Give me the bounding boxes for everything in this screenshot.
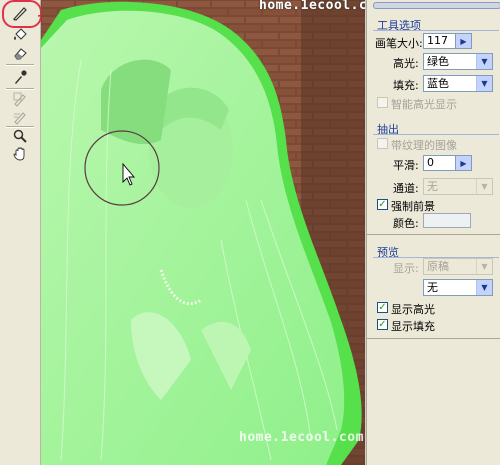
channel-select[interactable]: 无 ▼ bbox=[423, 178, 493, 195]
textured-image-label: 带纹理的图像 bbox=[391, 139, 457, 152]
highlight-value: 绿色 bbox=[427, 55, 449, 68]
eyedropper-tool-icon[interactable] bbox=[9, 68, 31, 86]
options-panel: 工具选项 画笔大小: 117 ▶ 高光: 绿色 ▼ 填充: 蓝色 ▼ 智能高光显… bbox=[366, 0, 500, 465]
tool-palette bbox=[0, 0, 61, 465]
smart-highlight-checkbox[interactable] bbox=[377, 97, 388, 108]
show-label: 显示: bbox=[393, 262, 419, 275]
channel-label: 通道: bbox=[393, 182, 419, 195]
watermark-text-bottom: home.1ecool.com bbox=[239, 430, 364, 445]
force-foreground-label: 强制前景 bbox=[391, 200, 435, 213]
smart-highlight-label: 智能高光显示 bbox=[391, 98, 457, 111]
fill-select[interactable]: 蓝色 ▼ bbox=[423, 75, 493, 92]
cleanup-tool-icon[interactable] bbox=[9, 90, 31, 108]
watermark-text: home.1ecool.com bbox=[259, 0, 365, 13]
show-value: 原稿 bbox=[427, 260, 449, 273]
bride-photo bbox=[41, 0, 365, 465]
display-select[interactable]: 无 ▼ bbox=[423, 279, 493, 296]
edge-touchup-tool-icon[interactable] bbox=[9, 108, 31, 126]
show-select[interactable]: 原稿 ▼ bbox=[423, 258, 493, 275]
hand-tool-icon[interactable] bbox=[9, 145, 31, 163]
force-foreground-checkbox[interactable]: ✓ bbox=[377, 199, 388, 210]
chevron-down-icon: ▼ bbox=[476, 54, 492, 69]
panel-top-bar bbox=[373, 2, 500, 9]
channel-value: 无 bbox=[427, 180, 438, 193]
show-fill-label: 显示填充 bbox=[391, 320, 435, 333]
smooth-slider-button[interactable]: ▶ bbox=[455, 155, 472, 171]
chevron-down-icon: ▼ bbox=[476, 280, 492, 295]
chevron-down-icon: ▼ bbox=[476, 179, 492, 194]
color-swatch[interactable] bbox=[423, 213, 471, 228]
show-highlight-label: 显示高光 bbox=[391, 303, 435, 316]
edge-highlighter-tool-icon[interactable] bbox=[9, 4, 31, 22]
textured-image-checkbox[interactable] bbox=[377, 138, 388, 149]
highlight-label: 高光: bbox=[393, 57, 419, 70]
image-canvas[interactable]: home.1ecool.com home.1ecool.com bbox=[41, 0, 365, 465]
eraser-tool-icon[interactable] bbox=[9, 44, 31, 62]
display-value: 无 bbox=[427, 281, 438, 294]
fill-value: 蓝色 bbox=[427, 77, 449, 90]
fill-label: 填充: bbox=[393, 79, 419, 92]
color-label: 颜色: bbox=[393, 217, 419, 230]
brush-size-slider-button[interactable]: ▶ bbox=[455, 33, 472, 49]
chevron-down-icon: ▼ bbox=[476, 76, 492, 91]
highlight-select[interactable]: 绿色 ▼ bbox=[423, 53, 493, 70]
show-highlight-checkbox[interactable]: ✓ bbox=[377, 302, 388, 313]
fill-tool-icon[interactable] bbox=[9, 26, 31, 44]
show-fill-checkbox[interactable]: ✓ bbox=[377, 319, 388, 330]
smooth-label: 平滑: bbox=[393, 159, 419, 172]
chevron-down-icon: ▼ bbox=[476, 259, 492, 274]
zoom-tool-icon[interactable] bbox=[9, 127, 31, 145]
brush-size-label: 画笔大小: bbox=[375, 37, 423, 50]
